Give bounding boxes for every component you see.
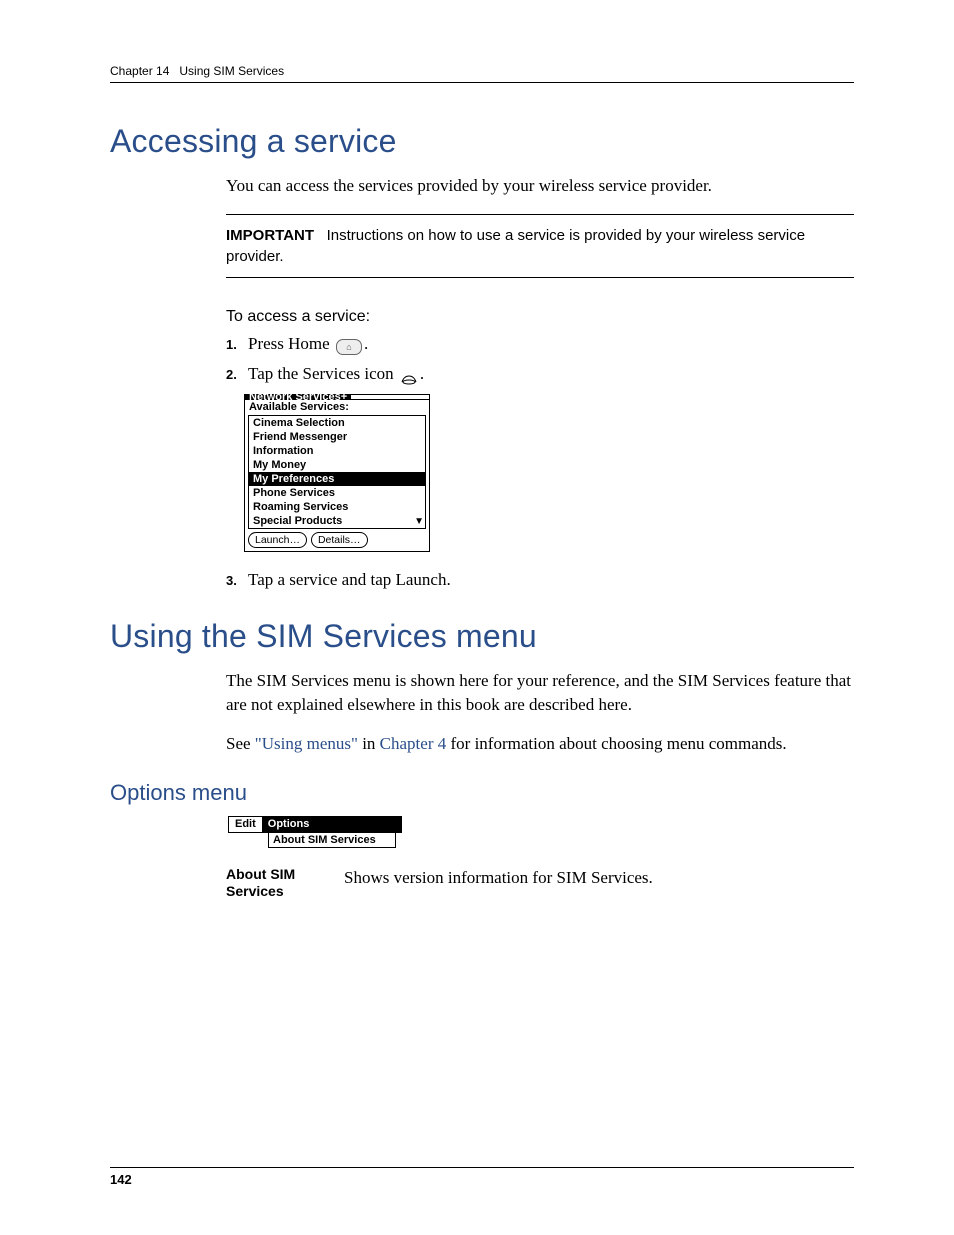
details-button[interactable]: Details… [311, 532, 368, 548]
step-3: 3. Tap a service and tap Launch. [226, 570, 854, 590]
definition-row: About SIM Services Shows version informa… [226, 866, 854, 900]
list-item[interactable]: My Money [249, 458, 425, 472]
using-menus-link[interactable]: "Using menus" [255, 734, 358, 753]
home-icon: ⌂ [336, 339, 362, 355]
section-heading-accessing: Accessing a service [110, 123, 854, 160]
step-number: 2. [226, 367, 248, 382]
intro-paragraph: You can access the services provided by … [226, 174, 854, 198]
list-item[interactable]: Special Products [249, 514, 425, 528]
list-item[interactable]: Friend Messenger [249, 430, 425, 444]
step-text: Tap the Services icon [248, 364, 398, 383]
services-icon [400, 370, 418, 382]
list-item[interactable]: Roaming Services [249, 500, 425, 514]
important-label: IMPORTANT [226, 227, 314, 244]
definition-description: Shows version information for SIM Servic… [344, 866, 653, 900]
step-text: Press Home [248, 334, 334, 353]
procedure-heading: To access a service: [226, 308, 854, 326]
steps-list: 1. Press Home ⌂. 2. Tap the Services ico… [226, 334, 854, 384]
options-menu-heading: Options menu [110, 780, 854, 806]
step-number: 1. [226, 337, 248, 352]
scroll-down-icon[interactable]: ▼ [414, 517, 424, 527]
list-item[interactable]: Cinema Selection [249, 416, 425, 430]
chapter-number: Chapter 14 [110, 64, 169, 78]
list-item[interactable]: Information [249, 444, 425, 458]
step-1: 1. Press Home ⌂. [226, 334, 854, 354]
sim-menu-see-also: See "Using menus" in Chapter 4 for infor… [226, 732, 854, 756]
steps-list-continued: 3. Tap a service and tap Launch. [226, 570, 854, 590]
step-2: 2. Tap the Services icon . [226, 364, 854, 384]
definition-term: About SIM Services [226, 866, 344, 900]
step-text: Tap a service and tap Launch. [248, 570, 451, 590]
list-item[interactable]: Phone Services [249, 486, 425, 500]
menu-screenshot: Edit Options About SIM Services [228, 816, 854, 848]
chapter-4-link[interactable]: Chapter 4 [380, 734, 447, 753]
sim-menu-paragraph: The SIM Services menu is shown here for … [226, 669, 854, 717]
palm-window-title: Network Services+ [245, 395, 351, 399]
menu-item-about[interactable]: About SIM Services [268, 833, 396, 848]
important-note: IMPORTANT Instructions on how to use a s… [226, 214, 854, 278]
list-item-selected[interactable]: My Preferences [249, 472, 425, 486]
step-number: 3. [226, 573, 248, 588]
palm-services-list: Cinema Selection Friend Messenger Inform… [248, 415, 426, 529]
page-header: Chapter 14 Using SIM Services [110, 64, 854, 83]
palm-screenshot: Network Services+ Available Services: Ci… [244, 394, 854, 552]
section-heading-sim-menu: Using the SIM Services menu [110, 618, 854, 655]
menu-options-selected[interactable]: Options [262, 817, 401, 832]
page-number: 142 [110, 1167, 854, 1187]
palm-subtitle: Available Services: [245, 400, 429, 415]
chapter-title: Using SIM Services [179, 64, 284, 78]
launch-button[interactable]: Launch… [248, 532, 307, 548]
menu-edit[interactable]: Edit [229, 817, 262, 832]
